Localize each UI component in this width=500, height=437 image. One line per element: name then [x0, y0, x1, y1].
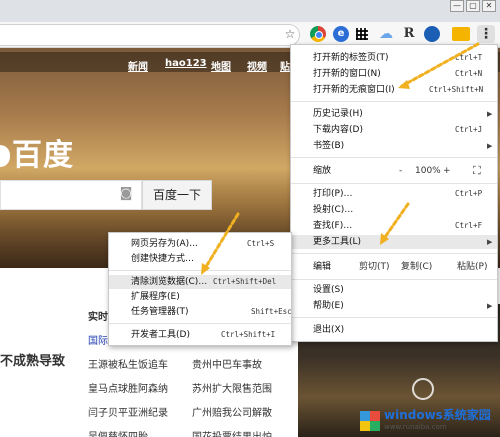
- windows-logo-icon: [360, 411, 380, 431]
- site-watermark: windows系统家园 www.runaiba.com: [360, 408, 500, 434]
- watermark-title: windows系统家园 www.runaiba.com: [384, 409, 491, 433]
- arrow-to-more-tools: [381, 202, 410, 242]
- tutorial-arrows: [201, 42, 480, 275]
- watermark-url: www.runaiba.com: [384, 423, 447, 431]
- arrow-to-clear-data: [202, 212, 240, 272]
- arrow-to-incognito: [400, 42, 480, 88]
- watermark-title-text: windows系统家园: [384, 408, 491, 422]
